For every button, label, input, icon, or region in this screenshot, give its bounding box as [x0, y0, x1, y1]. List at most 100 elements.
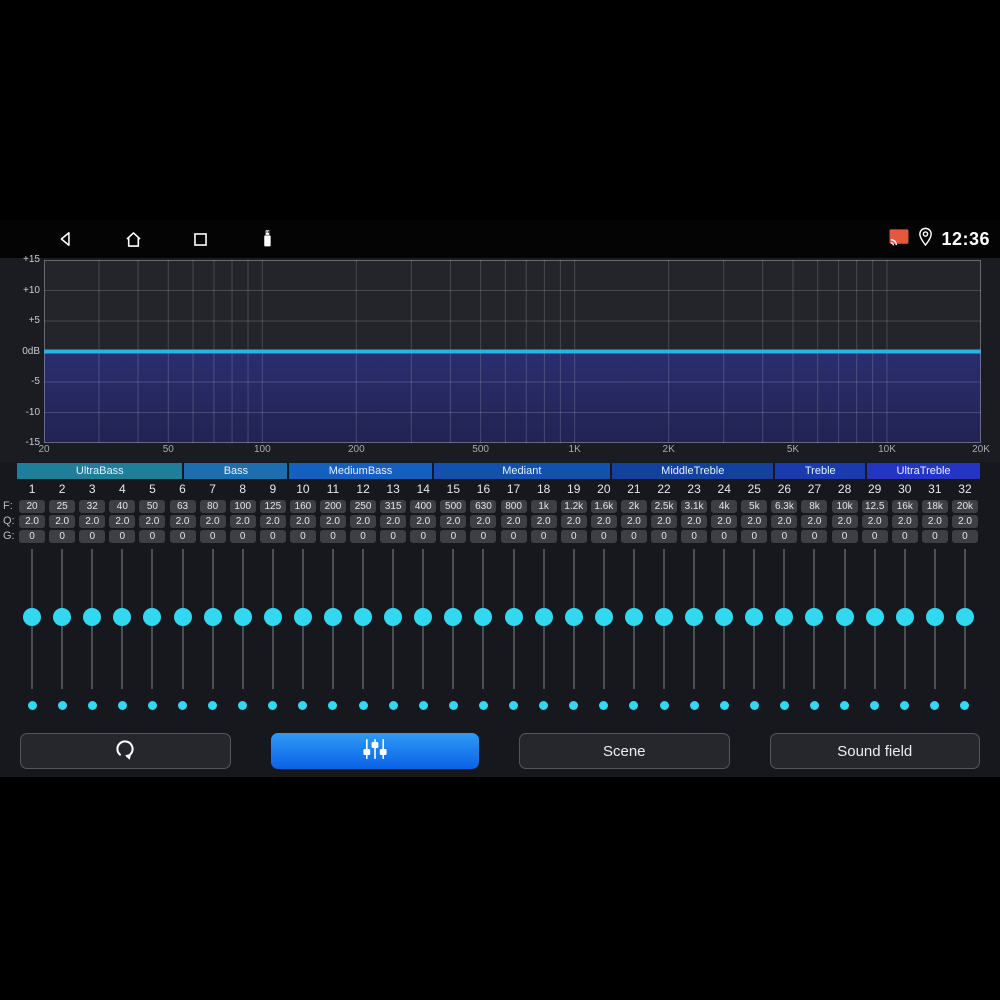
band-indicator-dot[interactable]: [749, 701, 759, 710]
band-indicator-dot[interactable]: [268, 701, 278, 710]
band-gain-chip[interactable]: 0: [199, 530, 226, 543]
band-frequency-chip[interactable]: 630: [470, 500, 497, 513]
band-gain-chip[interactable]: 0: [831, 530, 858, 543]
band-q-chip[interactable]: 2.0: [19, 515, 46, 528]
band-frequency-chip[interactable]: 25: [49, 500, 76, 513]
band-gain-chip[interactable]: 0: [49, 530, 76, 543]
band-frequency-chip[interactable]: 500: [440, 500, 467, 513]
band-indicator-dot[interactable]: [448, 701, 458, 710]
slider-knob[interactable]: [233, 608, 252, 626]
band-gain-slider[interactable]: [137, 549, 167, 697]
band-frequency-chip[interactable]: 800: [500, 500, 527, 513]
band-indicator-dot[interactable]: [27, 701, 37, 710]
band-frequency-chip[interactable]: 3.1k: [681, 500, 708, 513]
band-q-chip[interactable]: 2.0: [891, 515, 918, 528]
band-indicator-dot[interactable]: [388, 701, 398, 710]
slider-knob[interactable]: [53, 608, 72, 626]
band-q-chip[interactable]: 2.0: [49, 515, 76, 528]
band-frequency-chip[interactable]: 18k: [921, 500, 948, 513]
band-indicator-dot[interactable]: [779, 701, 789, 710]
slider-knob[interactable]: [715, 608, 734, 626]
band-indicator-dot[interactable]: [629, 701, 639, 710]
band-gain-slider[interactable]: [288, 549, 318, 697]
band-gain-chip[interactable]: 0: [109, 530, 136, 543]
band-q-chip[interactable]: 2.0: [350, 515, 377, 528]
band-gain-slider[interactable]: [739, 549, 769, 697]
band-gain-chip[interactable]: 0: [470, 530, 497, 543]
band-frequency-chip[interactable]: 160: [289, 500, 316, 513]
band-indicator-dot[interactable]: [298, 701, 308, 710]
slider-knob[interactable]: [925, 608, 944, 626]
slider-knob[interactable]: [354, 608, 373, 626]
slider-knob[interactable]: [173, 608, 192, 626]
band-gain-slider[interactable]: [167, 549, 197, 697]
band-indicator-dot[interactable]: [870, 701, 880, 710]
band-gain-chip[interactable]: 0: [711, 530, 738, 543]
band-gain-chip[interactable]: 0: [801, 530, 828, 543]
band-q-chip[interactable]: 2.0: [921, 515, 948, 528]
band-q-chip[interactable]: 2.0: [259, 515, 286, 528]
band-gain-chip[interactable]: 0: [380, 530, 407, 543]
band-frequency-chip[interactable]: 32: [79, 500, 106, 513]
band-gain-slider[interactable]: [378, 549, 408, 697]
slider-knob[interactable]: [805, 608, 824, 626]
band-gain-slider[interactable]: [107, 549, 137, 697]
band-q-chip[interactable]: 2.0: [319, 515, 346, 528]
slider-knob[interactable]: [745, 608, 764, 626]
band-frequency-chip[interactable]: 63: [169, 500, 196, 513]
slider-knob[interactable]: [594, 608, 613, 626]
reset-button[interactable]: [20, 733, 231, 769]
band-gain-slider[interactable]: [950, 549, 980, 697]
slider-knob[interactable]: [143, 608, 162, 626]
band-frequency-chip[interactable]: 200: [319, 500, 346, 513]
band-q-chip[interactable]: 2.0: [651, 515, 678, 528]
slider-knob[interactable]: [564, 608, 583, 626]
band-indicator-dot[interactable]: [478, 701, 488, 710]
band-indicator-dot[interactable]: [539, 701, 549, 710]
sound-field-button[interactable]: Sound field: [769, 733, 980, 769]
band-frequency-chip[interactable]: 8k: [801, 500, 828, 513]
band-gain-slider[interactable]: [529, 549, 559, 697]
band-frequency-chip[interactable]: 1.2k: [560, 500, 587, 513]
band-gain-slider[interactable]: [559, 549, 589, 697]
band-gain-chip[interactable]: 0: [681, 530, 708, 543]
scene-button[interactable]: Scene: [519, 733, 730, 769]
band-indicator-dot[interactable]: [809, 701, 819, 710]
band-indicator-dot[interactable]: [689, 701, 699, 710]
band-frequency-chip[interactable]: 2.5k: [651, 500, 678, 513]
band-gain-slider[interactable]: [890, 549, 920, 697]
band-indicator-dot[interactable]: [328, 701, 338, 710]
band-gain-slider[interactable]: [799, 549, 829, 697]
band-gain-chip[interactable]: 0: [440, 530, 467, 543]
slider-knob[interactable]: [835, 608, 854, 626]
band-indicator-dot[interactable]: [900, 701, 910, 710]
band-q-chip[interactable]: 2.0: [380, 515, 407, 528]
band-gain-chip[interactable]: 0: [169, 530, 196, 543]
band-indicator-dot[interactable]: [117, 701, 127, 710]
band-gain-slider[interactable]: [589, 549, 619, 697]
band-gain-chip[interactable]: 0: [139, 530, 166, 543]
band-frequency-chip[interactable]: 1.6k: [590, 500, 617, 513]
band-gain-slider[interactable]: [47, 549, 77, 697]
band-gain-slider[interactable]: [468, 549, 498, 697]
band-gain-chip[interactable]: 0: [620, 530, 647, 543]
band-indicator-dot[interactable]: [960, 701, 970, 710]
band-indicator-dot[interactable]: [147, 701, 157, 710]
band-gain-chip[interactable]: 0: [651, 530, 678, 543]
band-frequency-chip[interactable]: 1k: [530, 500, 557, 513]
band-q-chip[interactable]: 2.0: [139, 515, 166, 528]
band-gain-chip[interactable]: 0: [410, 530, 437, 543]
slider-knob[interactable]: [504, 608, 523, 626]
slider-knob[interactable]: [384, 608, 403, 626]
band-indicator-dot[interactable]: [599, 701, 609, 710]
band-gain-slider[interactable]: [17, 549, 47, 697]
band-gain-chip[interactable]: 0: [350, 530, 377, 543]
slider-knob[interactable]: [203, 608, 222, 626]
band-indicator-dot[interactable]: [418, 701, 428, 710]
band-q-chip[interactable]: 2.0: [620, 515, 647, 528]
band-gain-chip[interactable]: 0: [289, 530, 316, 543]
band-q-chip[interactable]: 2.0: [470, 515, 497, 528]
slider-knob[interactable]: [263, 608, 282, 626]
band-indicator-dot[interactable]: [840, 701, 850, 710]
slider-knob[interactable]: [865, 608, 884, 626]
